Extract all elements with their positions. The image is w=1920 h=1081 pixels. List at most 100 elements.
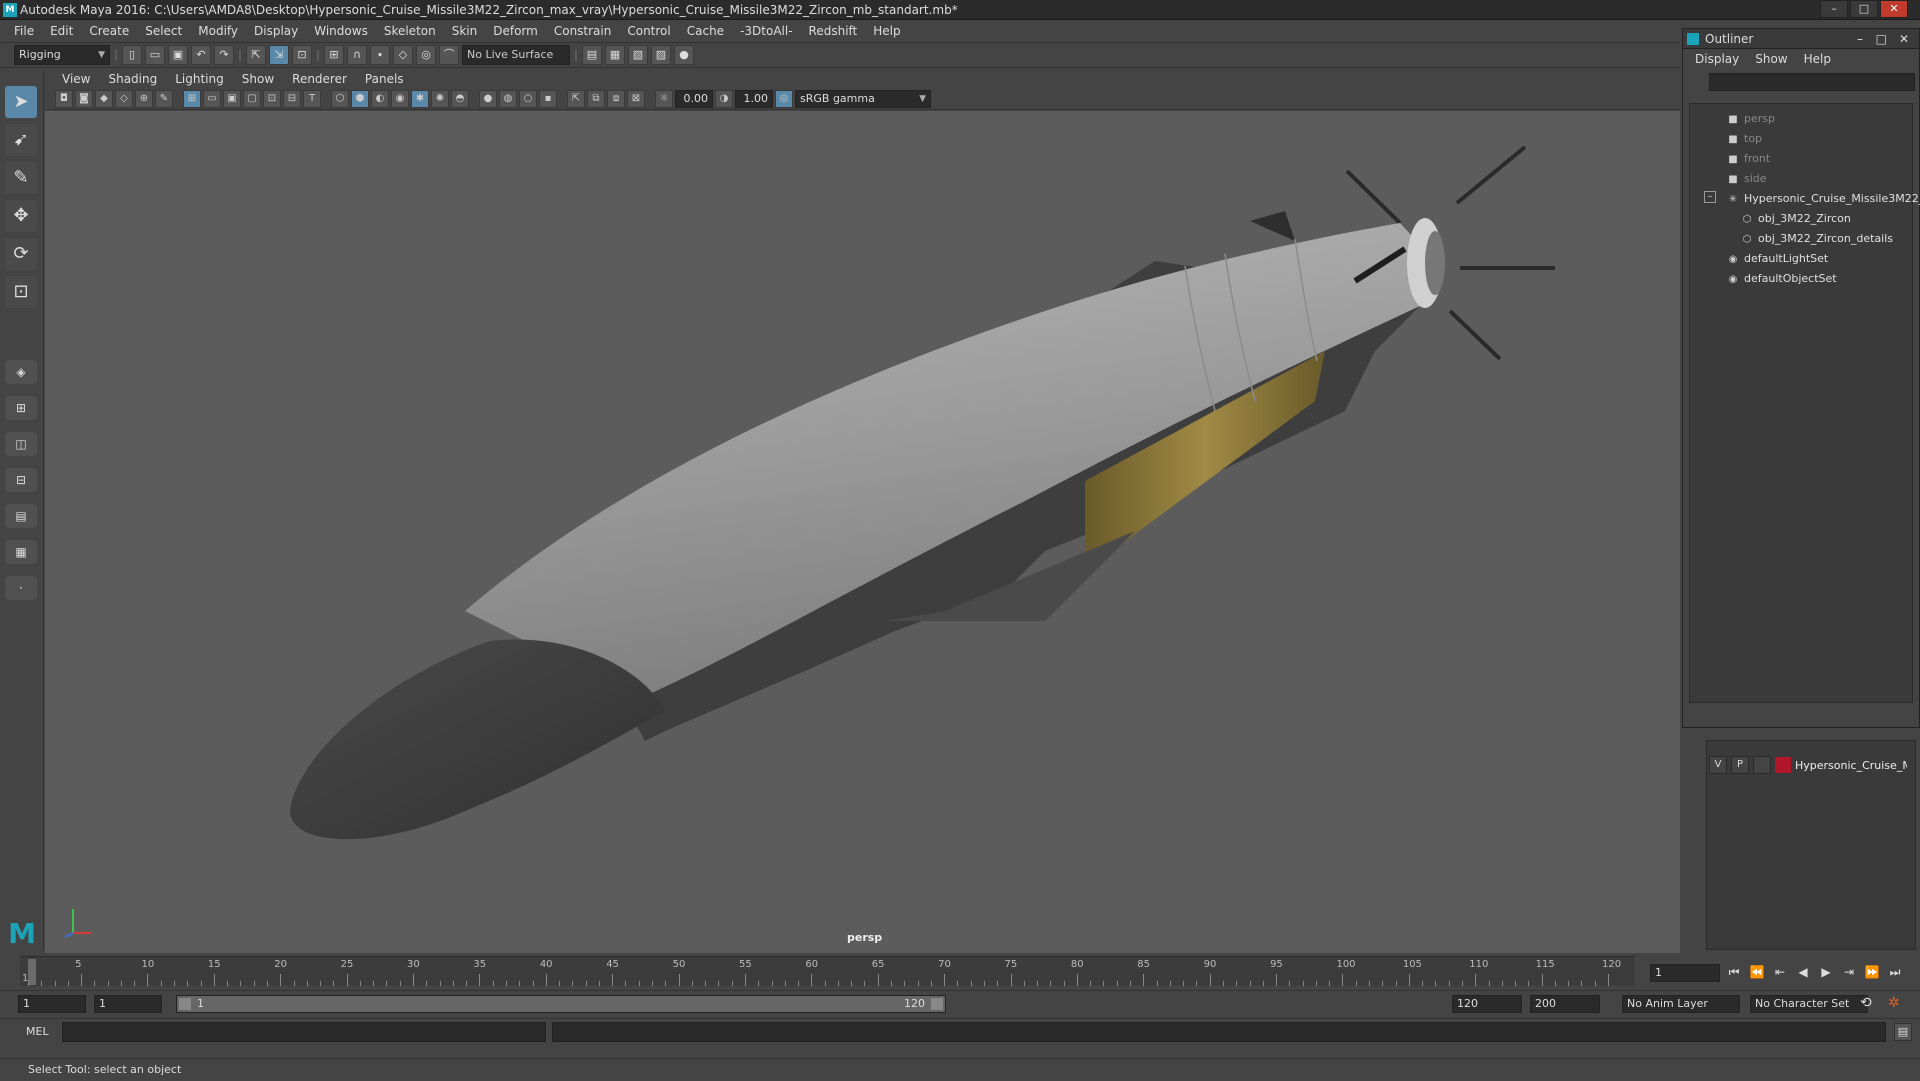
- range-slider[interactable]: 1 120: [176, 995, 946, 1013]
- menu-deform[interactable]: Deform: [485, 24, 546, 38]
- menu-file[interactable]: File: [6, 24, 42, 38]
- undo-icon[interactable]: ↶: [191, 45, 211, 65]
- depth-of-field-icon[interactable]: ▪: [539, 89, 557, 108]
- play-backward-icon[interactable]: ◀: [1794, 963, 1812, 981]
- grease-pencil-icon[interactable]: ✎: [155, 89, 173, 108]
- layer-display-type-toggle[interactable]: [1753, 756, 1771, 774]
- wireframe-icon[interactable]: ⬡: [331, 89, 349, 108]
- gamma-icon[interactable]: ◑: [715, 89, 733, 108]
- grid-icon[interactable]: ⊞: [183, 89, 201, 108]
- menu-control[interactable]: Control: [619, 24, 678, 38]
- color-management-icon[interactable]: ◎: [775, 89, 793, 108]
- outliner-item[interactable]: ✳ Hypersonic_Cruise_Missile3M22_Zircon: [1726, 190, 1920, 208]
- wireframe-on-shaded-icon[interactable]: ◐: [371, 89, 389, 108]
- image-plane-icon[interactable]: ◇: [115, 89, 133, 108]
- select-tool-icon[interactable]: ➤: [5, 86, 37, 118]
- screen-space-ao-icon[interactable]: ●: [479, 89, 497, 108]
- hypershade-icon[interactable]: ●: [674, 45, 694, 65]
- menu-redshift[interactable]: Redshift: [801, 24, 866, 38]
- snap-point-icon[interactable]: ∙: [370, 45, 390, 65]
- menu-help[interactable]: Help: [865, 24, 908, 38]
- layer-row[interactable]: V P Hypersonic_Cruise_Missile3M22_Zircon: [1709, 755, 1915, 775]
- paint-select-tool-icon[interactable]: ✎: [5, 162, 37, 194]
- resolution-gate-icon[interactable]: ▣: [223, 89, 241, 108]
- save-scene-icon[interactable]: ▣: [168, 45, 188, 65]
- viewport-menu-lighting[interactable]: Lighting: [166, 72, 233, 86]
- rotate-tool-icon[interactable]: ⟳: [5, 238, 37, 270]
- step-back-key-icon[interactable]: ⇤: [1771, 963, 1789, 981]
- smooth-shade-icon[interactable]: ⬢: [351, 89, 369, 108]
- viewport-menu-renderer[interactable]: Renderer: [283, 72, 356, 86]
- xray-joints-icon[interactable]: ⧈: [607, 89, 625, 108]
- range-start-handle[interactable]: [179, 998, 191, 1010]
- viewport-menu-shading[interactable]: Shading: [99, 72, 166, 86]
- shadows-icon[interactable]: ◓: [451, 89, 469, 108]
- camera-attributes-icon[interactable]: ◙: [75, 89, 93, 108]
- menu-display[interactable]: Display: [246, 24, 306, 38]
- select-component-icon[interactable]: ⊡: [292, 45, 312, 65]
- menu-windows[interactable]: Windows: [306, 24, 376, 38]
- viewport-menu-show[interactable]: Show: [233, 72, 283, 86]
- collapse-icon[interactable]: –: [1704, 191, 1716, 203]
- menu-modify[interactable]: Modify: [190, 24, 246, 38]
- playback-start-field[interactable]: 1: [94, 995, 162, 1013]
- four-pane-layout-icon[interactable]: ⊞: [5, 396, 37, 420]
- gamma-field[interactable]: 1.00: [735, 89, 773, 108]
- snap-curve-icon[interactable]: ∩: [347, 45, 367, 65]
- script-editor-icon[interactable]: ▤: [1894, 1023, 1912, 1041]
- all-lights-icon[interactable]: ✺: [431, 89, 449, 108]
- play-forward-icon[interactable]: ▶: [1817, 963, 1835, 981]
- snap-grid-icon[interactable]: ⊞: [324, 45, 344, 65]
- layer-playback-toggle[interactable]: P: [1731, 756, 1749, 774]
- exposure-field[interactable]: 0.00: [675, 89, 713, 108]
- current-time-indicator[interactable]: [28, 959, 36, 985]
- command-input[interactable]: [62, 1022, 546, 1042]
- menu-skeleton[interactable]: Skeleton: [376, 24, 444, 38]
- maximize-icon[interactable]: □: [1876, 29, 1887, 49]
- outliner-item[interactable]: ■ persp: [1726, 110, 1775, 128]
- outliner-item[interactable]: ⬡ obj_3M22_Zircon: [1740, 210, 1851, 228]
- snap-surface-icon[interactable]: ⌒: [439, 45, 459, 65]
- single-pane-layout-icon[interactable]: ◈: [5, 360, 37, 384]
- playback-end-field[interactable]: 120: [1452, 995, 1522, 1013]
- range-end-handle[interactable]: [931, 998, 943, 1010]
- menu-select[interactable]: Select: [137, 24, 190, 38]
- exposure-icon[interactable]: ☼: [655, 89, 673, 108]
- viewport-menu-view[interactable]: View: [53, 72, 99, 86]
- outliner-item[interactable]: ◉ defaultObjectSet: [1726, 270, 1837, 288]
- scale-tool-icon[interactable]: ⊡: [5, 276, 37, 308]
- gate-mask-icon[interactable]: ▢: [243, 89, 261, 108]
- step-forward-frame-icon[interactable]: ⏩: [1863, 963, 1881, 981]
- step-forward-key-icon[interactable]: ⇥: [1840, 963, 1858, 981]
- outliner-menu-show[interactable]: Show: [1747, 52, 1795, 66]
- multisample-aa-icon[interactable]: ○: [519, 89, 537, 108]
- lasso-tool-icon[interactable]: ➹: [5, 124, 37, 156]
- menu-constrain[interactable]: Constrain: [546, 24, 620, 38]
- live-surface-field[interactable]: No Live Surface: [462, 45, 570, 65]
- maximize-icon[interactable]: □: [1850, 0, 1878, 18]
- outliner-item[interactable]: ■ top: [1726, 130, 1762, 148]
- missile-model[interactable]: [45, 111, 1680, 953]
- outliner-menu-help[interactable]: Help: [1796, 52, 1839, 66]
- close-icon[interactable]: ✕: [1899, 29, 1909, 49]
- select-camera-icon[interactable]: ◘: [55, 89, 73, 108]
- more-layouts-icon[interactable]: ·: [5, 576, 37, 600]
- two-pane-side-layout-icon[interactable]: ◫: [5, 432, 37, 456]
- render-view-icon[interactable]: ▨: [651, 45, 671, 65]
- new-scene-icon[interactable]: ▯: [122, 45, 142, 65]
- bookmarks-icon[interactable]: ◆: [95, 89, 113, 108]
- layer-visibility-toggle[interactable]: V: [1709, 756, 1727, 774]
- open-scene-icon[interactable]: ▭: [145, 45, 165, 65]
- outliner-menu-display[interactable]: Display: [1687, 52, 1747, 66]
- mode-dropdown[interactable]: Rigging ▼: [14, 45, 110, 65]
- render-current-icon[interactable]: ▦: [605, 45, 625, 65]
- make-live-icon[interactable]: ◎: [416, 45, 436, 65]
- outliner-item[interactable]: ■ front: [1726, 150, 1770, 168]
- close-icon[interactable]: ✕: [1880, 0, 1908, 18]
- menu-create[interactable]: Create: [81, 24, 137, 38]
- render-settings-icon[interactable]: ▤: [582, 45, 602, 65]
- go-to-end-icon[interactable]: ⏭: [1886, 963, 1904, 981]
- outliner-search-input[interactable]: [1709, 73, 1915, 91]
- minimize-icon[interactable]: –: [1820, 0, 1848, 18]
- xray-icon[interactable]: ⧉: [587, 89, 605, 108]
